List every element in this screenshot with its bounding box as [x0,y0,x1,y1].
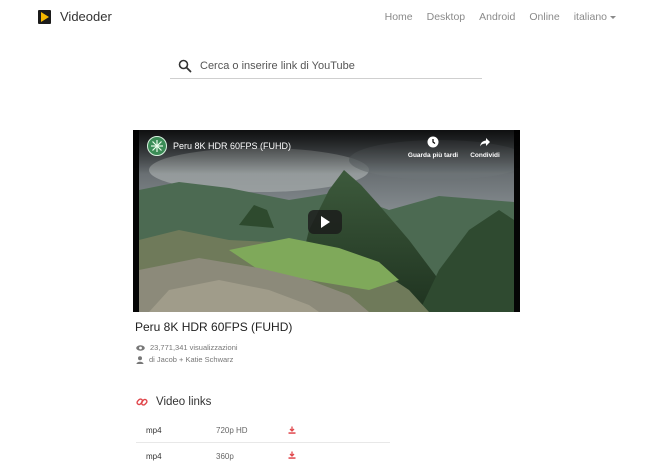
channel-logo-icon [151,140,163,152]
share-icon [480,138,490,147]
quality-label: 360p [216,451,234,461]
language-dropdown[interactable]: italiano [574,11,616,23]
search-bar [170,53,482,79]
views-count: 23,771,341 visualizzazioni [150,343,238,352]
video-title: Peru 8K HDR 60FPS (FUHD) [135,320,293,334]
share-button[interactable]: Condividi [455,136,515,159]
user-icon [136,355,144,364]
link-icon [136,398,148,406]
watch-later-button[interactable]: Guarda più tardi [403,136,463,159]
share-label: Condividi [470,152,500,159]
download-row: mp4 360p [136,444,390,468]
player-video-title[interactable]: Peru 8K HDR 60FPS (FUHD) [173,141,291,151]
download-icon[interactable] [288,451,296,459]
brand-name: Videoder [60,9,112,24]
clock-icon [427,136,439,148]
nav-online[interactable]: Online [529,11,559,23]
nav-home[interactable]: Home [385,11,413,23]
download-row: mp4 720p HD [136,419,390,443]
download-icon[interactable] [288,426,296,434]
video-links-heading: Video links [136,396,211,408]
navbar: Videoder Home Desktop Android Online ita… [0,0,660,34]
format-label: mp4 [146,451,162,461]
nav-menu: Home Desktop Android Online italiano [385,11,616,23]
search-input[interactable] [200,59,470,72]
author-name: di Jacob + Katie Schwarz [149,355,234,364]
nav-android[interactable]: Android [479,11,515,23]
play-button[interactable] [308,210,342,234]
nav-desktop[interactable]: Desktop [427,11,466,23]
views-info: 23,771,341 visualizzazioni [136,343,238,352]
videoder-logo-icon [38,9,51,24]
video-player[interactable]: Peru 8K HDR 60FPS (FUHD) Guarda più tard… [133,130,520,312]
eye-icon [136,344,145,351]
search-icon[interactable] [178,59,192,73]
quality-label: 720p HD [216,426,248,435]
channel-avatar[interactable] [147,136,167,156]
caret-down-icon [610,16,616,19]
brand[interactable]: Videoder [38,9,112,24]
format-label: mp4 [146,426,162,435]
watch-later-label: Guarda più tardi [407,152,459,159]
video-links-title: Video links [156,396,212,408]
author-info: di Jacob + Katie Schwarz [136,355,233,364]
language-label: italiano [573,11,607,23]
